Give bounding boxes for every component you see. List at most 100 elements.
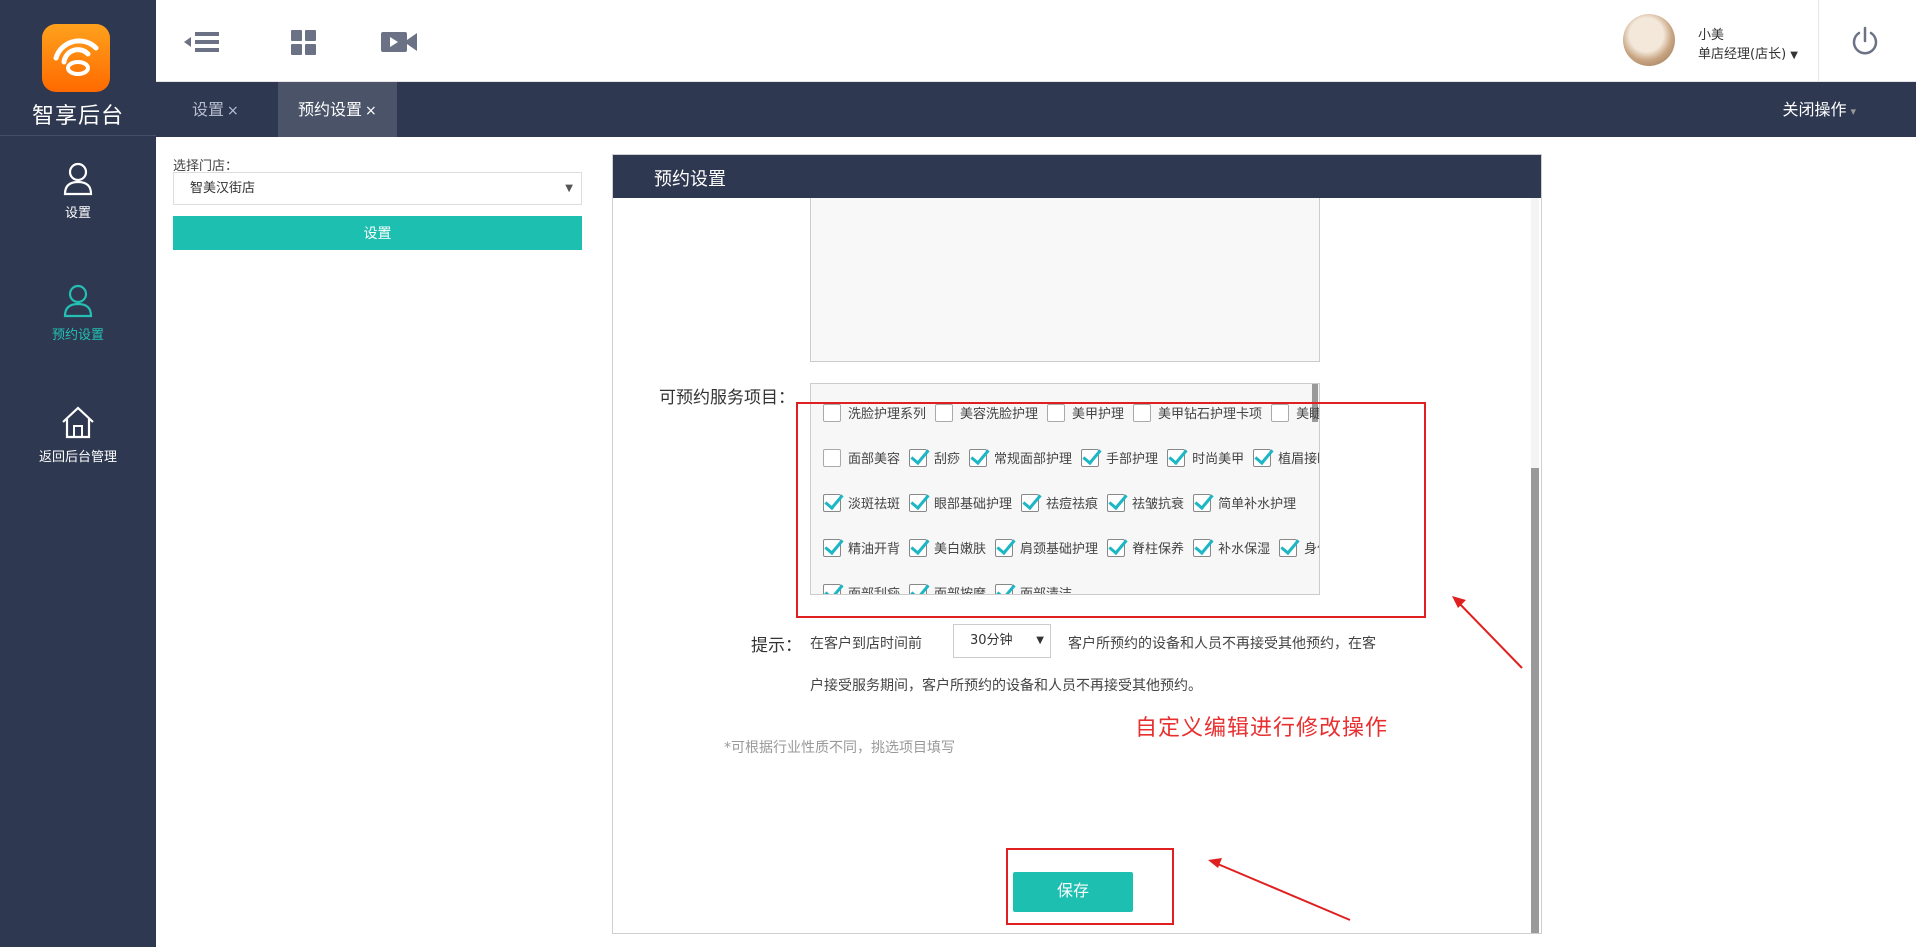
service-checkbox-item[interactable]: 补水保湿 [1193,538,1270,557]
service-label: 面部美容 [848,452,901,467]
user-icon [63,284,93,318]
scrollbar-thumb[interactable] [1531,468,1539,933]
checkbox-checked-icon[interactable] [995,583,1014,594]
checkbox-unchecked-icon[interactable] [935,403,954,422]
sidebar-item-appointment-settings[interactable]: 预约设置 [0,282,156,362]
tip-text-line1: 客户所预约的设备和人员不再接受其他预约，在客 [1068,636,1376,652]
checkbox-checked-icon[interactable] [909,538,928,557]
service-checkbox-item[interactable]: 植眉接睫毛 [1253,448,1319,467]
avatar[interactable] [1623,14,1675,66]
checkbox-unchecked-icon[interactable] [823,403,841,422]
checkbox-checked-icon[interactable] [1253,448,1272,467]
description-textarea[interactable] [810,198,1320,362]
service-checkbox-item[interactable]: 祛皱抗衰 [1107,493,1184,512]
services-list[interactable]: 洗脸护理系列 美容洗脸护理 美甲护理 美甲钻石护理卡项 美睫面部美容 刮痧 常规面部护理 手部… [810,383,1320,595]
service-checkbox-item[interactable]: 肩颈基础护理 [995,538,1098,557]
checkbox-checked-icon[interactable] [1021,493,1040,512]
service-checkbox-item[interactable]: 脊柱保养 [1107,538,1184,557]
checkbox-checked-icon[interactable] [969,448,988,467]
service-checkbox-item[interactable]: 面部美容 [823,448,900,467]
store-select[interactable]: 智美汉街店 ▼ [173,172,582,205]
service-checkbox-item[interactable]: 淡斑祛斑 [823,493,900,512]
checkbox-checked-icon[interactable] [1081,448,1100,467]
checkbox-unchecked-icon[interactable] [1271,403,1290,422]
services-label: 可预约服务项目： [659,388,795,408]
home-icon [62,406,94,439]
checkbox-checked-icon[interactable] [823,583,841,594]
close-operations-dropdown[interactable]: 关闭操作 ▾ [1782,82,1856,139]
tab-appointment-settings[interactable]: 预约设置 × [278,82,397,137]
service-label: 刮痧 [934,452,961,467]
service-checkbox-item[interactable]: 身体脱毛 [1279,538,1319,557]
checkbox-checked-icon[interactable] [823,493,841,512]
service-checkbox-item[interactable]: 常规面部护理 [969,448,1072,467]
service-checkbox-item[interactable]: 面部刮痧 [823,583,901,595]
tab-bar: 设置 × 预约设置 × 关闭操作 ▾ [156,82,1916,137]
service-label: 补水保湿 [1218,542,1271,557]
checkbox-checked-icon[interactable] [909,493,928,512]
checkbox-unchecked-icon[interactable] [823,448,841,467]
checkbox-checked-icon[interactable] [995,538,1014,557]
user-role-dropdown[interactable]: 单店经理(店长) ▼ [1698,43,1798,62]
caret-down-icon: ▾ [1850,105,1856,118]
close-icon[interactable]: × [365,103,377,119]
service-checkbox-item[interactable]: 眼部基础护理 [909,493,1012,512]
checkbox-checked-icon[interactable] [909,448,928,467]
grid-icon[interactable] [283,26,325,58]
checkbox-unchecked-icon[interactable] [1133,403,1152,422]
service-label: 美白嫩肤 [934,542,987,557]
service-label: 面部清洁 [1020,587,1073,595]
panel-title: 预约设置 [654,169,726,190]
checkbox-checked-icon[interactable] [1279,538,1298,557]
services-rows: 洗脸护理系列 美容洗脸护理 美甲护理 美甲钻石护理卡项 美睫面部美容 刮痧 常规面部护理 手部… [823,390,1319,595]
sidebar-item-settings[interactable]: 设置 [0,160,156,240]
service-checkbox-item[interactable]: 美容洗脸护理 [935,403,1038,422]
time-select-value: 30分钟 [970,633,1013,648]
service-checkbox-item[interactable]: 美甲护理 [1047,403,1124,422]
store-settings-button[interactable]: 设置 [173,216,582,250]
checkbox-checked-icon[interactable] [1193,493,1212,512]
checkbox-checked-icon[interactable] [1107,493,1126,512]
service-checkbox-item[interactable]: 祛痘祛痕 [1021,493,1098,512]
service-checkbox-item[interactable]: 面部按摩 [909,583,986,594]
service-label: 常规面部护理 [994,452,1073,467]
checkbox-checked-icon[interactable] [909,583,928,594]
service-checkbox-item[interactable]: 美白嫩肤 [909,538,986,557]
service-checkbox-item[interactable]: 简单补水护理 [1193,493,1296,512]
services-row: 淡斑祛斑 眼部基础护理 祛痘祛痕 祛皱抗衰 简单补水护理 [823,480,1313,525]
tab-settings[interactable]: 设置 × [172,82,259,137]
service-checkbox-item[interactable]: 面部清洁 [995,583,1073,595]
service-checkbox-item[interactable]: 时尚美甲 [1167,448,1244,467]
video-icon[interactable] [378,26,420,58]
caret-down-icon: ▼ [1036,635,1044,646]
time-select[interactable]: 30分钟 ▼ [953,624,1051,658]
service-checkbox-item[interactable]: 精油开背 [823,538,900,557]
service-label: 简单补水护理 [1218,497,1297,512]
sidebar-item-back-admin[interactable]: 返回后台管理 [0,404,156,484]
service-checkbox-item[interactable]: 刮痧 [909,448,960,467]
menu-collapse-icon[interactable] [182,26,224,58]
checkbox-checked-icon[interactable] [1107,538,1126,557]
header-divider [1818,0,1819,82]
service-checkbox-item[interactable]: 美睫 [1271,403,1319,422]
sidebar-item-label: 设置 [64,206,91,221]
service-checkbox-item[interactable]: 美甲钻石护理卡项 [1133,403,1262,422]
service-checkbox-item[interactable]: 手部护理 [1081,448,1158,467]
checkbox-checked-icon[interactable] [823,538,841,557]
sidebar-item-label: 预约设置 [51,328,104,343]
service-label: 祛痘祛痕 [1046,497,1099,512]
checkbox-checked-icon[interactable] [1167,448,1186,467]
panel-scrollbar[interactable] [1531,198,1539,933]
service-label: 肩颈基础护理 [1020,542,1099,557]
service-label: 淡斑祛斑 [848,497,901,512]
close-icon[interactable]: × [227,103,239,119]
service-label: 祛皱抗衰 [1132,497,1185,512]
service-label: 面部刮痧 [848,587,901,595]
save-button[interactable]: 保存 [1013,872,1133,912]
checkbox-unchecked-icon[interactable] [1047,403,1066,422]
logo-text: 智享后台 [31,104,124,129]
tip-text-line2: 户接受服务期间，客户所预约的设备和人员不再接受其他预约。 [810,678,1202,694]
checkbox-checked-icon[interactable] [1193,538,1212,557]
service-checkbox-item[interactable]: 洗脸护理系列 [823,403,926,422]
power-icon[interactable] [1850,24,1880,58]
